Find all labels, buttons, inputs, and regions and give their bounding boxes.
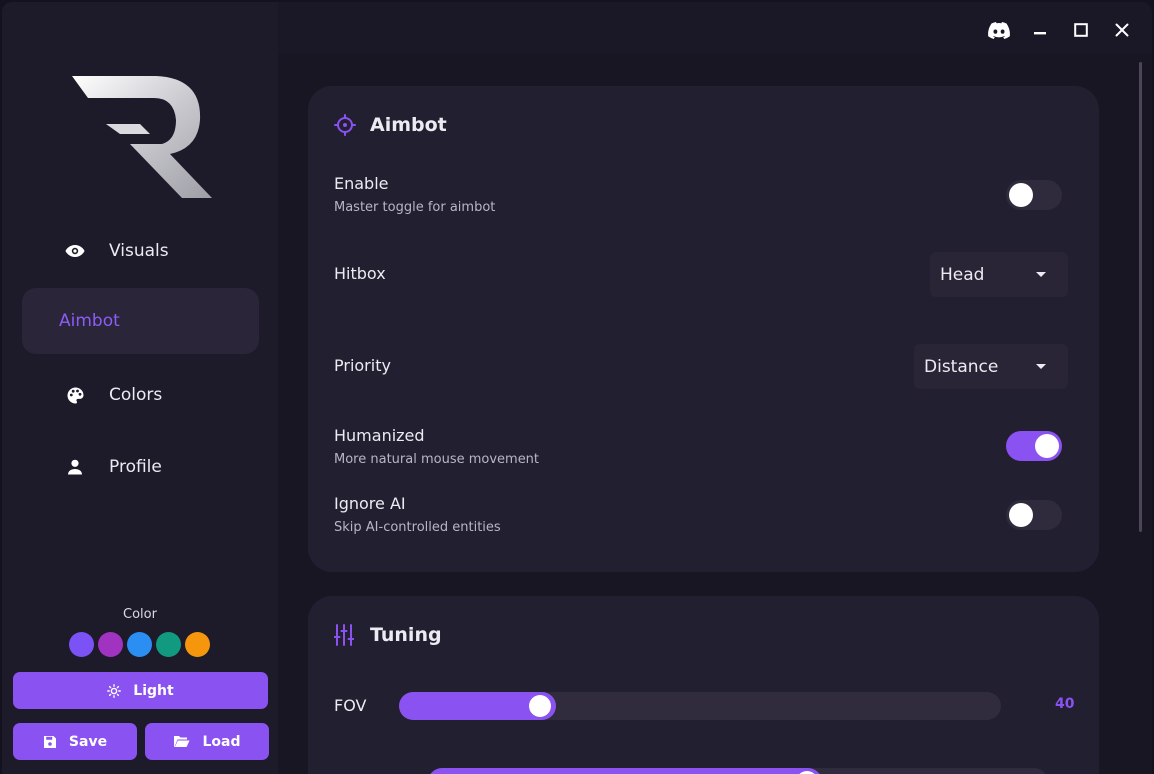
nav-label: Colors bbox=[109, 385, 163, 405]
enable-label: Enable bbox=[334, 174, 389, 193]
color-swatches bbox=[69, 632, 210, 657]
discord-button[interactable] bbox=[978, 14, 1019, 46]
folder-open-icon bbox=[174, 736, 190, 747]
humanized-description: More natural mouse movement bbox=[334, 452, 540, 467]
enable-toggle[interactable] bbox=[1006, 180, 1062, 210]
sidebar: Visuals Aimbot Colors Profile Color Ligh… bbox=[2, 2, 278, 774]
save-button[interactable]: Save bbox=[13, 723, 137, 760]
priority-select[interactable]: Distance bbox=[914, 344, 1068, 389]
nav-label: Aimbot bbox=[59, 311, 120, 331]
load-button[interactable]: Load bbox=[145, 723, 269, 760]
person-icon bbox=[65, 457, 85, 477]
scrollbar-thumb[interactable] bbox=[1139, 62, 1142, 532]
theme-toggle-button[interactable]: Light bbox=[13, 672, 268, 709]
aimbot-title: Aimbot bbox=[370, 114, 447, 136]
nav-item-visuals[interactable]: Visuals bbox=[22, 218, 259, 284]
tuning-title: Tuning bbox=[370, 624, 442, 646]
nav-item-aimbot[interactable]: Aimbot bbox=[22, 288, 259, 354]
nav-item-profile[interactable]: Profile bbox=[22, 434, 259, 500]
save-icon bbox=[43, 735, 56, 748]
color-swatch-blue[interactable] bbox=[127, 632, 152, 657]
sliders-icon bbox=[334, 624, 354, 646]
ignore-ai-toggle[interactable] bbox=[1006, 500, 1062, 530]
close-icon bbox=[1115, 23, 1128, 37]
theme-button-label: Light bbox=[133, 682, 174, 699]
hitbox-value: Head bbox=[940, 264, 985, 285]
aimbot-card: Aimbot Enable Master toggle for aimbot H… bbox=[308, 86, 1099, 572]
minimize-icon bbox=[1033, 32, 1046, 35]
nav-label: Visuals bbox=[109, 241, 169, 261]
fov-label: FOV bbox=[334, 696, 367, 715]
save-button-label: Save bbox=[68, 733, 108, 750]
color-swatch-orange[interactable] bbox=[185, 632, 210, 657]
nav-label: Profile bbox=[109, 457, 162, 477]
toggle-knob bbox=[1009, 183, 1033, 207]
chevron-down-icon bbox=[1036, 272, 1046, 277]
second-slider-fill bbox=[428, 768, 822, 774]
toggle-knob bbox=[1035, 434, 1059, 458]
discord-icon bbox=[987, 21, 1010, 39]
palette-icon bbox=[65, 385, 85, 405]
color-swatch-purple[interactable] bbox=[69, 632, 94, 657]
hitbox-select[interactable]: Head bbox=[930, 252, 1068, 297]
app-window: Visuals Aimbot Colors Profile Color Ligh… bbox=[2, 2, 1152, 774]
hitbox-label: Hitbox bbox=[334, 264, 386, 283]
enable-description: Master toggle for aimbot bbox=[334, 200, 496, 215]
tuning-card: Tuning FOV 40 bbox=[308, 596, 1099, 774]
priority-label: Priority bbox=[334, 356, 391, 375]
humanized-toggle[interactable] bbox=[1006, 431, 1062, 461]
fov-value: 40 bbox=[1055, 696, 1075, 712]
color-label: Color bbox=[123, 607, 157, 622]
nav-item-colors[interactable]: Colors bbox=[22, 362, 259, 428]
titlebar-controls bbox=[978, 14, 1142, 46]
ignore-ai-description: Skip AI-controlled entities bbox=[334, 520, 501, 535]
minimize-button[interactable] bbox=[1019, 14, 1060, 46]
chevron-down-icon bbox=[1036, 364, 1046, 369]
app-logo bbox=[72, 76, 212, 198]
color-swatch-magenta[interactable] bbox=[98, 632, 123, 657]
maximize-icon bbox=[1073, 23, 1088, 37]
color-swatch-teal[interactable] bbox=[156, 632, 181, 657]
load-button-label: Load bbox=[202, 733, 241, 750]
fov-slider[interactable] bbox=[399, 692, 1001, 720]
ignore-ai-label: Ignore AI bbox=[334, 494, 406, 513]
fov-slider-knob[interactable] bbox=[529, 695, 551, 717]
sun-icon bbox=[107, 683, 122, 698]
crosshair-icon bbox=[334, 114, 356, 136]
eye-icon bbox=[65, 241, 85, 261]
humanized-label: Humanized bbox=[334, 426, 425, 445]
second-slider[interactable] bbox=[428, 768, 1048, 774]
maximize-button[interactable] bbox=[1060, 14, 1101, 46]
priority-value: Distance bbox=[924, 356, 999, 377]
toggle-knob bbox=[1009, 503, 1033, 527]
close-button[interactable] bbox=[1101, 14, 1142, 46]
